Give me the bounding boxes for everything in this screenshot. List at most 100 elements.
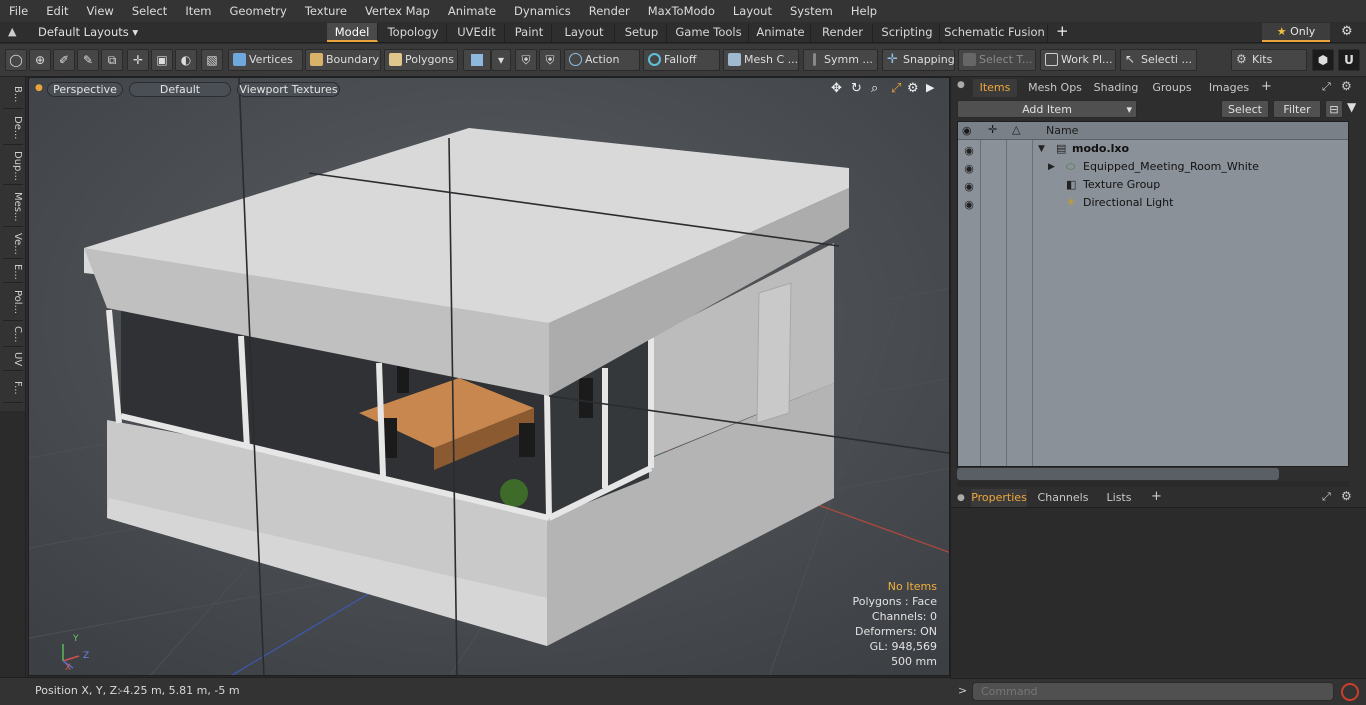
left-tab-duplicate[interactable]: Dup... — [3, 147, 23, 185]
name-column-header[interactable]: Name — [1046, 124, 1078, 137]
tab-channels[interactable]: Channels — [1035, 489, 1091, 507]
tab-images[interactable]: Images — [1201, 79, 1257, 97]
polygons-button[interactable]: Polygons — [384, 49, 458, 71]
menu-render[interactable]: Render — [580, 0, 639, 22]
menu-help[interactable]: Help — [842, 0, 886, 22]
menu-file[interactable]: File — [0, 0, 37, 22]
eye-icon[interactable]: ◉ — [961, 196, 977, 211]
panel-gear-icon[interactable]: ⚙ — [1341, 79, 1352, 93]
type-header-icon[interactable]: △ — [1012, 123, 1020, 136]
left-tab-deform[interactable]: De... — [3, 111, 23, 145]
left-tab-fusion[interactable]: F... — [3, 373, 23, 403]
tab-scripting[interactable]: Scripting — [875, 23, 940, 42]
tab-paint[interactable]: Paint — [507, 23, 552, 42]
select-button[interactable]: Select — [1221, 100, 1269, 118]
tab-setup[interactable]: Setup — [617, 23, 667, 42]
left-tab-mesh-edit[interactable]: Mes... — [3, 187, 23, 227]
menu-vertex-map[interactable]: Vertex Map — [356, 0, 439, 22]
selection-sets-button[interactable]: ↖ Selecti ... — [1120, 49, 1197, 71]
pen-icon[interactable]: ✐ — [53, 49, 75, 71]
eye-icon[interactable]: ◉ — [961, 178, 977, 193]
gear-icon[interactable]: ⚙ — [1341, 24, 1353, 39]
center-icon[interactable]: ✛ — [127, 49, 149, 71]
menu-geometry[interactable]: Geometry — [221, 0, 296, 22]
rotate-icon[interactable]: ↻ — [851, 81, 862, 96]
menu-animate[interactable]: Animate — [439, 0, 505, 22]
tab-animate[interactable]: Animate — [751, 23, 811, 42]
add-panel-tab-icon[interactable]: + — [1261, 79, 1272, 94]
menu-layout[interactable]: Layout — [724, 0, 781, 22]
command-input[interactable] — [972, 682, 1334, 701]
horizontal-scrollbar[interactable] — [957, 468, 1279, 480]
falloff-button[interactable]: Falloff — [643, 49, 720, 71]
menu-texture[interactable]: Texture — [296, 0, 356, 22]
action-center-button[interactable]: Action — [564, 49, 640, 71]
3d-viewport[interactable]: Y X Z ● Perspective Default Viewport Tex… — [28, 77, 950, 676]
menu-select[interactable]: Select — [123, 0, 176, 22]
collapse-icon[interactable]: ⊟ — [1325, 100, 1343, 118]
shield-icon[interactable]: ⛨ — [515, 49, 537, 71]
zoom-icon[interactable]: ⌕ — [871, 81, 878, 96]
tab-render[interactable]: Render — [813, 23, 873, 42]
item-row-directional-light[interactable]: ◉ ☀ Directional Light — [958, 194, 1348, 212]
tab-layout[interactable]: Layout — [554, 23, 615, 42]
globe-icon[interactable]: ⊕ — [29, 49, 51, 71]
expand-arrow-icon[interactable]: ▼ — [1038, 140, 1045, 158]
add-tab-button[interactable]: + — [1056, 22, 1069, 40]
only-toggle[interactable]: ★ Only — [1262, 23, 1330, 42]
cube-shade-icon[interactable]: ▧ — [201, 49, 223, 71]
panel-splitter[interactable] — [957, 481, 1349, 487]
item-row-meeting-room[interactable]: ◉ ▶ ⬭ Equipped_Meeting_Room_White — [958, 158, 1348, 176]
eye-icon[interactable]: ◉ — [961, 142, 977, 157]
box-stack-icon[interactable]: ⧉ — [101, 49, 123, 71]
shield-alt-icon[interactable]: ⛨ — [539, 49, 561, 71]
record-icon[interactable] — [1341, 683, 1359, 701]
add-panel-tab-icon[interactable]: + — [1151, 489, 1162, 504]
tab-groups[interactable]: Groups — [1147, 79, 1197, 97]
menu-system[interactable]: System — [781, 0, 842, 22]
select-circle-icon[interactable]: ◯ — [5, 49, 27, 71]
viewport-textures-button[interactable]: Viewport Textures — [237, 82, 340, 97]
visibility-header-icon[interactable]: ◉ — [962, 124, 972, 137]
lock-header-icon[interactable]: ✛ — [988, 123, 997, 136]
vertices-button[interactable]: Vertices — [228, 49, 303, 71]
play-icon[interactable]: ▶ — [926, 81, 934, 94]
panel-dot-icon[interactable]: ● — [957, 80, 965, 90]
menu-maxtomodo[interactable]: MaxToModo — [639, 0, 724, 22]
menu-dynamics[interactable]: Dynamics — [505, 0, 580, 22]
tab-mesh-ops[interactable]: Mesh Ops — [1025, 79, 1085, 97]
menu-edit[interactable]: Edit — [37, 0, 77, 22]
eye-icon[interactable]: ◉ — [961, 160, 977, 175]
left-tab-uv[interactable]: UV — [3, 349, 23, 371]
filter-button[interactable]: Filter — [1273, 100, 1321, 118]
pan-icon[interactable]: ✥ — [831, 81, 842, 96]
tab-lists[interactable]: Lists — [1097, 489, 1141, 507]
tab-uvedit[interactable]: UVEdit — [449, 23, 505, 42]
circle-icon[interactable]: ◐ — [175, 49, 197, 71]
panel-gear-icon[interactable]: ⚙ — [1341, 489, 1352, 503]
square-icon[interactable]: ▣ — [151, 49, 173, 71]
funnel-icon[interactable]: ▼ — [1347, 100, 1356, 114]
fit-icon[interactable]: ⤢ — [891, 81, 901, 96]
mesh-constraints-button[interactable]: Mesh C ... — [723, 49, 799, 71]
tab-game-tools[interactable]: Game Tools — [669, 23, 749, 42]
tab-model[interactable]: Model — [327, 23, 378, 42]
default-layouts-dropdown[interactable]: Default Layouts ▾ — [38, 25, 138, 39]
viewport-dot-icon[interactable]: ● — [35, 83, 43, 93]
kits-button[interactable]: ⚙ Kits — [1231, 49, 1307, 71]
left-tab-curve[interactable]: C... — [3, 323, 23, 347]
unreal-logo-icon[interactable]: U — [1338, 49, 1360, 71]
add-item-button[interactable]: Add Item ▾ — [957, 100, 1137, 118]
brush-icon[interactable]: ✎ — [77, 49, 99, 71]
perspective-button[interactable]: Perspective — [47, 82, 123, 97]
settings-icon[interactable]: ⚙ — [907, 81, 919, 96]
tab-topology[interactable]: Topology — [380, 23, 447, 42]
item-row-texture-group[interactable]: ◉ ◧ Texture Group — [958, 176, 1348, 194]
tab-items[interactable]: Items — [973, 79, 1017, 97]
work-plane-button[interactable]: Work Pl... — [1040, 49, 1116, 71]
panel-dot-icon[interactable]: ● — [957, 493, 965, 503]
expand-icon[interactable]: ⤢ — [1322, 490, 1331, 504]
left-tab-edge[interactable]: E... — [3, 261, 23, 283]
symmetry-button[interactable]: Symm ... — [803, 49, 878, 71]
select-through-button[interactable]: Select T... — [958, 49, 1036, 71]
